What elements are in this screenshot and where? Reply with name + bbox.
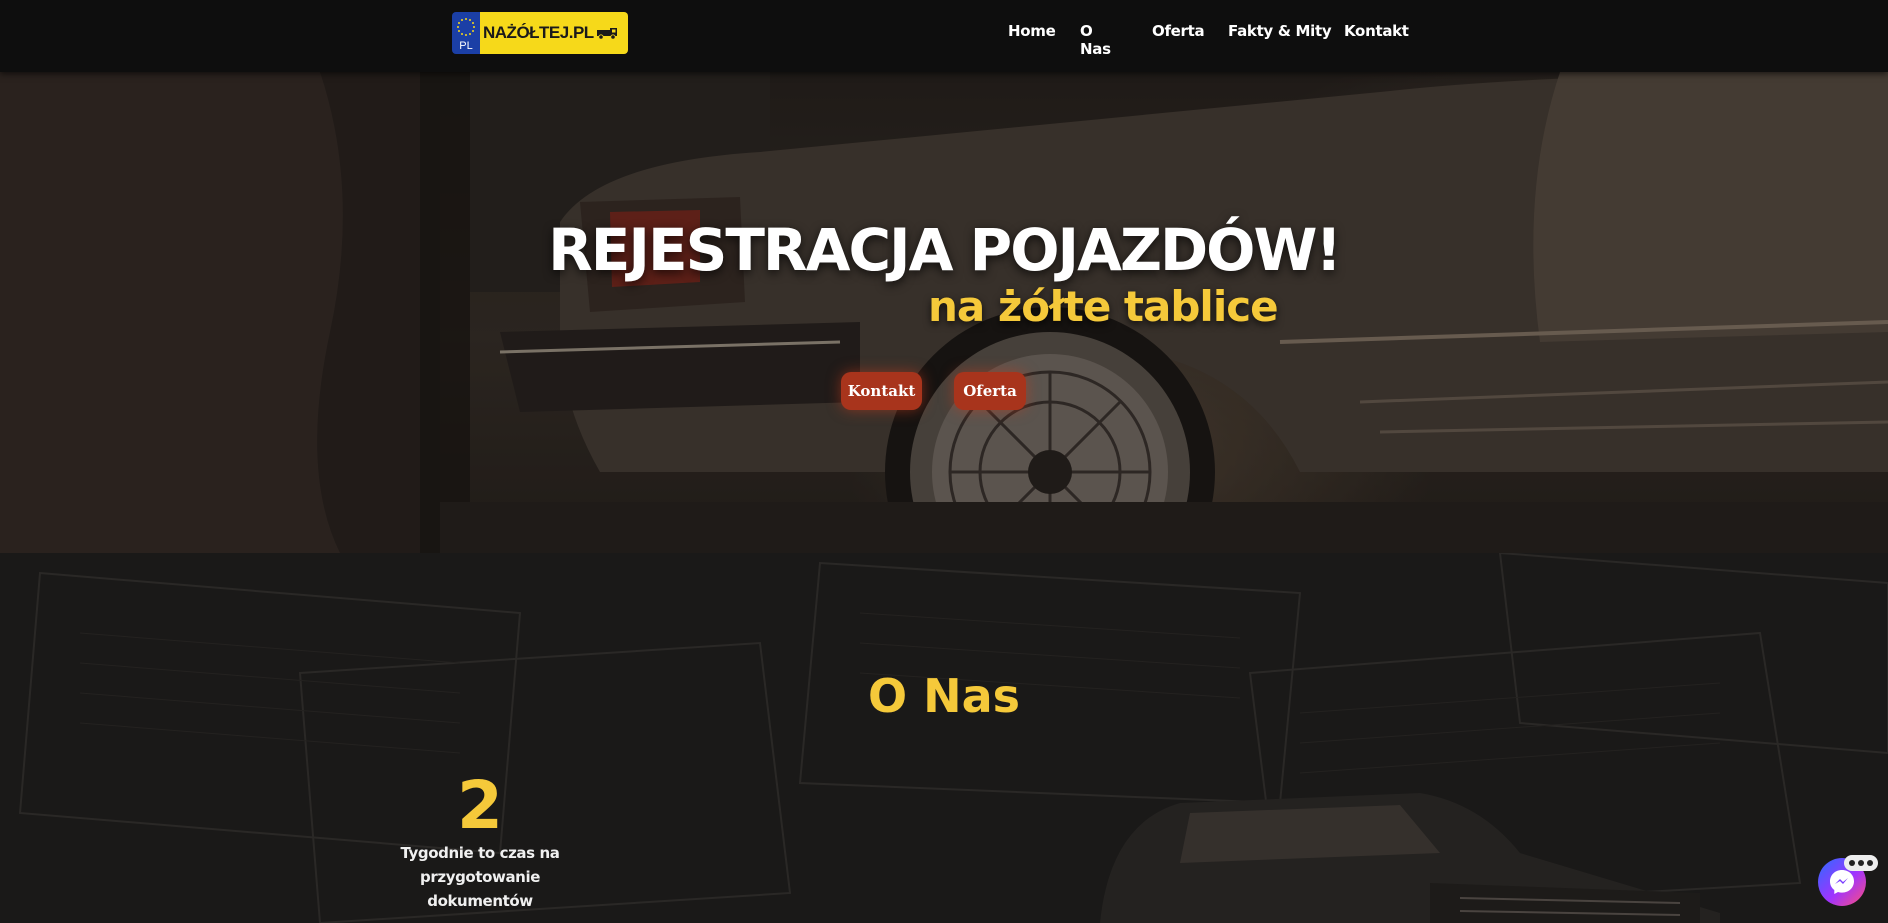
nav-oferta[interactable]: Oferta — [1152, 22, 1205, 40]
navbar: PL NAŻÓŁTEJ.PL Home O Nas Oferta Fakty &… — [0, 0, 1888, 72]
site-logo[interactable]: PL NAŻÓŁTEJ.PL — [452, 12, 628, 54]
about-title: O Nas — [867, 669, 1021, 723]
hero-subtitle: na żółte tablice — [928, 282, 1279, 331]
hero-section: REJESTRACJA POJAZDÓW! na żółte tablice K… — [0, 72, 1888, 553]
stat-number: 2 — [457, 767, 503, 844]
hero-oferta-button[interactable]: Oferta — [954, 372, 1026, 410]
eu-stars-icon — [457, 18, 475, 36]
stat-description: Tygodnie to czas na przygotowanie dokume… — [400, 844, 560, 910]
nav-o-nas[interactable]: O Nas — [1080, 22, 1111, 58]
typing-indicator — [1844, 855, 1878, 871]
messenger-icon — [1830, 870, 1854, 894]
country-code: PL — [459, 40, 473, 52]
hero-kontakt-button[interactable]: Kontakt — [841, 372, 922, 410]
logo-wordmark: NAŻÓŁTEJ.PL — [480, 12, 628, 54]
nav-fakty-mity[interactable]: Fakty & Mity — [1228, 22, 1332, 40]
hero-title: REJESTRACJA POJAZDÓW! — [548, 216, 1342, 284]
documents-background — [18, 553, 1888, 923]
nav-kontakt[interactable]: Kontakt — [1344, 22, 1409, 40]
logo-text: NAŻÓŁTEJ.PL — [483, 23, 594, 42]
about-section: O Nas 2 Tygodnie to czas na przygotowani… — [0, 553, 1888, 923]
tow-truck-icon — [596, 28, 617, 40]
nav-home[interactable]: Home — [1008, 22, 1056, 40]
eu-flag-badge: PL — [452, 12, 480, 54]
